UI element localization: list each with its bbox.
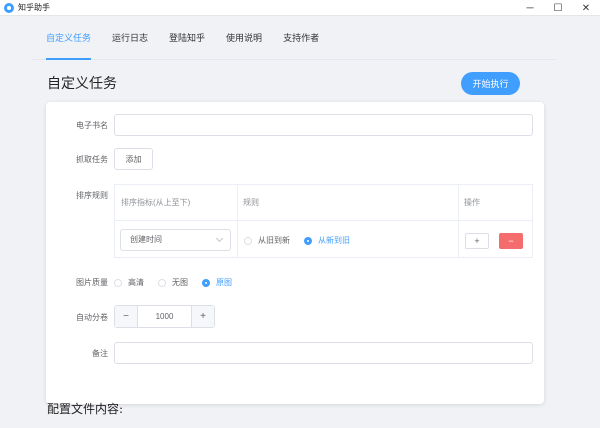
table-header: 排序指标(从上至下) 规则 操作 [115, 185, 532, 221]
main-content: 自定义任务 运行日志 登陆知乎 使用说明 支持作者 自定义任务 开始执行 电子书… [32, 16, 556, 428]
ebook-name-label: 电子书名 [76, 121, 108, 130]
minimize-button[interactable]: ─ [516, 0, 544, 16]
page-title: 自定义任务 [47, 76, 117, 92]
column-header-action: 操作 [464, 198, 480, 207]
column-divider [458, 185, 459, 257]
sort-rule-label: 排序规则 [76, 191, 108, 200]
column-divider [237, 185, 238, 257]
config-file-title: 配置文件内容: [47, 402, 124, 416]
tab-usage-guide[interactable]: 使用说明 [226, 16, 262, 60]
image-quality-radio-group: 高清 无图 原图 [114, 277, 246, 288]
radio-original[interactable]: 原图 [202, 277, 232, 288]
radio-old-to-new[interactable]: 从旧到新 [244, 235, 290, 246]
window-title: 知乎助手 [18, 3, 50, 12]
task-form-card: 电子书名 抓取任务 添加 排序规则 排序指标(从上至下) 规则 操作 创建时间 … [46, 102, 544, 404]
image-quality-label: 图片质量 [76, 278, 108, 287]
radio-circle-icon [158, 278, 166, 287]
sort-direction-radio-group: 从旧到新 从新到旧 [244, 235, 364, 246]
start-execution-button[interactable]: 开始执行 [461, 72, 520, 95]
sort-rule-table: 排序指标(从上至下) 规则 操作 创建时间 从旧到新 从新到旧 + − [114, 184, 533, 258]
tab-run-log[interactable]: 运行日志 [112, 16, 148, 60]
tab-support-author[interactable]: 支持作者 [283, 16, 319, 60]
title-bar: 知乎助手 ─ ☐ ✕ [0, 0, 600, 16]
radio-circle-icon [202, 278, 210, 287]
remove-sort-rule-button[interactable]: − [499, 233, 523, 249]
note-input[interactable] [114, 342, 533, 364]
radio-label: 高清 [128, 278, 144, 287]
radio-circle-icon [304, 236, 312, 245]
sort-metric-select[interactable]: 创建时间 [120, 229, 231, 251]
maximize-button[interactable]: ☐ [544, 0, 572, 16]
auto-split-value[interactable]: 1000 [138, 306, 191, 327]
window-controls: ─ ☐ ✕ [516, 0, 600, 16]
add-sort-rule-button[interactable]: + [465, 233, 489, 249]
decrement-button[interactable]: − [115, 306, 138, 327]
add-task-button[interactable]: 添加 [114, 148, 153, 170]
radio-label: 原图 [216, 278, 232, 287]
close-button[interactable]: ✕ [572, 0, 600, 16]
sort-metric-value: 创建时间 [130, 235, 162, 244]
radio-hd[interactable]: 高清 [114, 277, 144, 288]
tab-login-zhihu[interactable]: 登陆知乎 [169, 16, 205, 60]
auto-split-stepper: − 1000 + [114, 305, 215, 328]
auto-split-label: 自动分卷 [76, 313, 108, 322]
radio-label: 从新到旧 [318, 236, 350, 245]
tab-custom-task[interactable]: 自定义任务 [46, 16, 92, 60]
radio-label: 无图 [172, 278, 188, 287]
column-header-metric: 排序指标(从上至下) [121, 198, 191, 207]
radio-circle-icon [114, 278, 122, 287]
ebook-name-input[interactable] [114, 114, 533, 136]
radio-circle-icon [244, 236, 252, 245]
app-logo-icon [4, 2, 14, 13]
chevron-down-icon [215, 234, 224, 243]
tab-bar: 自定义任务 运行日志 登陆知乎 使用说明 支持作者 [32, 16, 556, 60]
note-label: 备注 [92, 349, 108, 358]
fetch-task-label: 抓取任务 [76, 155, 108, 164]
radio-new-to-old[interactable]: 从新到旧 [304, 235, 350, 246]
column-header-rule: 规则 [243, 198, 259, 207]
radio-no-image[interactable]: 无图 [158, 277, 188, 288]
increment-button[interactable]: + [191, 306, 214, 327]
radio-label: 从旧到新 [258, 236, 290, 245]
